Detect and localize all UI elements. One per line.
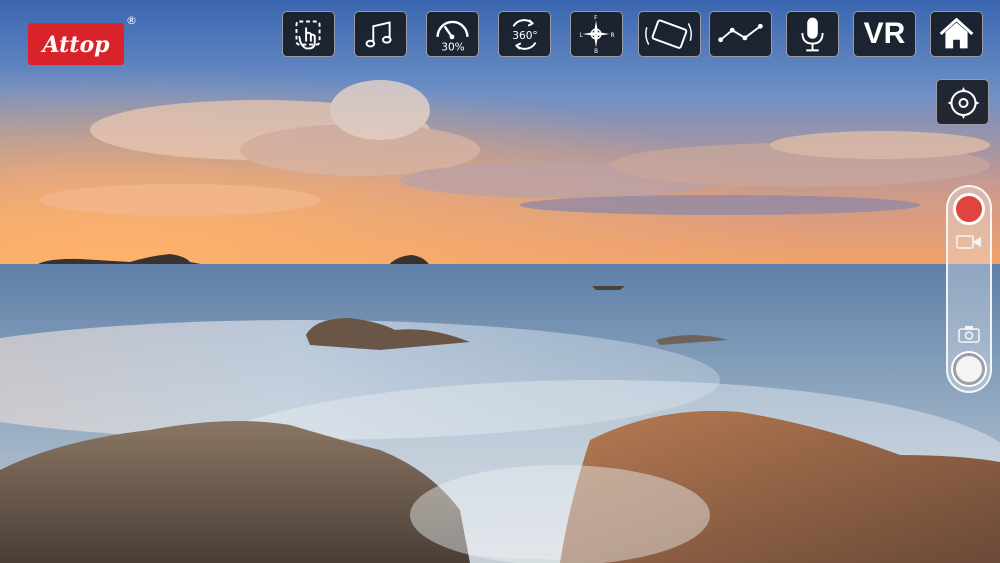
take-photo-button[interactable] (953, 353, 985, 385)
home-button[interactable] (930, 11, 983, 57)
attop-logo: Attop (28, 23, 124, 65)
speedometer-icon: 30% (436, 20, 469, 53)
music-button[interactable] (354, 11, 407, 57)
rotate-360-icon: 360° (512, 19, 538, 50)
photo-camera-icon (958, 326, 980, 343)
music-note-icon (365, 21, 392, 48)
camera-feed-background (0, 0, 1000, 563)
trajectory-flight-button[interactable] (709, 11, 772, 57)
headless-mode-button[interactable]: L R F B (570, 11, 623, 57)
speed-percent-label: 30% (441, 41, 465, 53)
compass-icon: L R F B (580, 16, 615, 56)
crosshair-icon (947, 87, 980, 119)
svg-text:Attop: Attop (40, 32, 110, 58)
svg-text:R: R (610, 33, 614, 39)
registered-mark: ® (126, 14, 137, 27)
microphone-icon (801, 17, 824, 52)
gesture-control-button[interactable] (282, 11, 335, 57)
svg-text:F: F (594, 16, 597, 22)
vr-mode-button[interactable]: VR (853, 11, 916, 57)
phone-tilt-icon (645, 19, 692, 49)
fpv-screen: Attop ® 30% 360° L R F B VR (0, 0, 1000, 563)
svg-text:L: L (580, 33, 584, 39)
record-video-button[interactable] (953, 193, 985, 225)
speed-button[interactable]: 30% (426, 11, 479, 57)
rotate-360-button[interactable]: 360° (498, 11, 551, 57)
capture-panel (946, 185, 992, 393)
gravity-sensor-button[interactable] (638, 11, 701, 57)
home-icon (939, 18, 974, 49)
voice-control-button[interactable] (786, 11, 839, 57)
positioning-button[interactable] (936, 79, 989, 125)
vr-label: VR (863, 17, 906, 50)
trajectory-path-icon (718, 23, 763, 43)
rotate-label: 360° (512, 30, 537, 42)
gesture-hand-icon (295, 20, 321, 50)
svg-text:B: B (594, 49, 598, 55)
video-camera-icon (956, 235, 981, 249)
